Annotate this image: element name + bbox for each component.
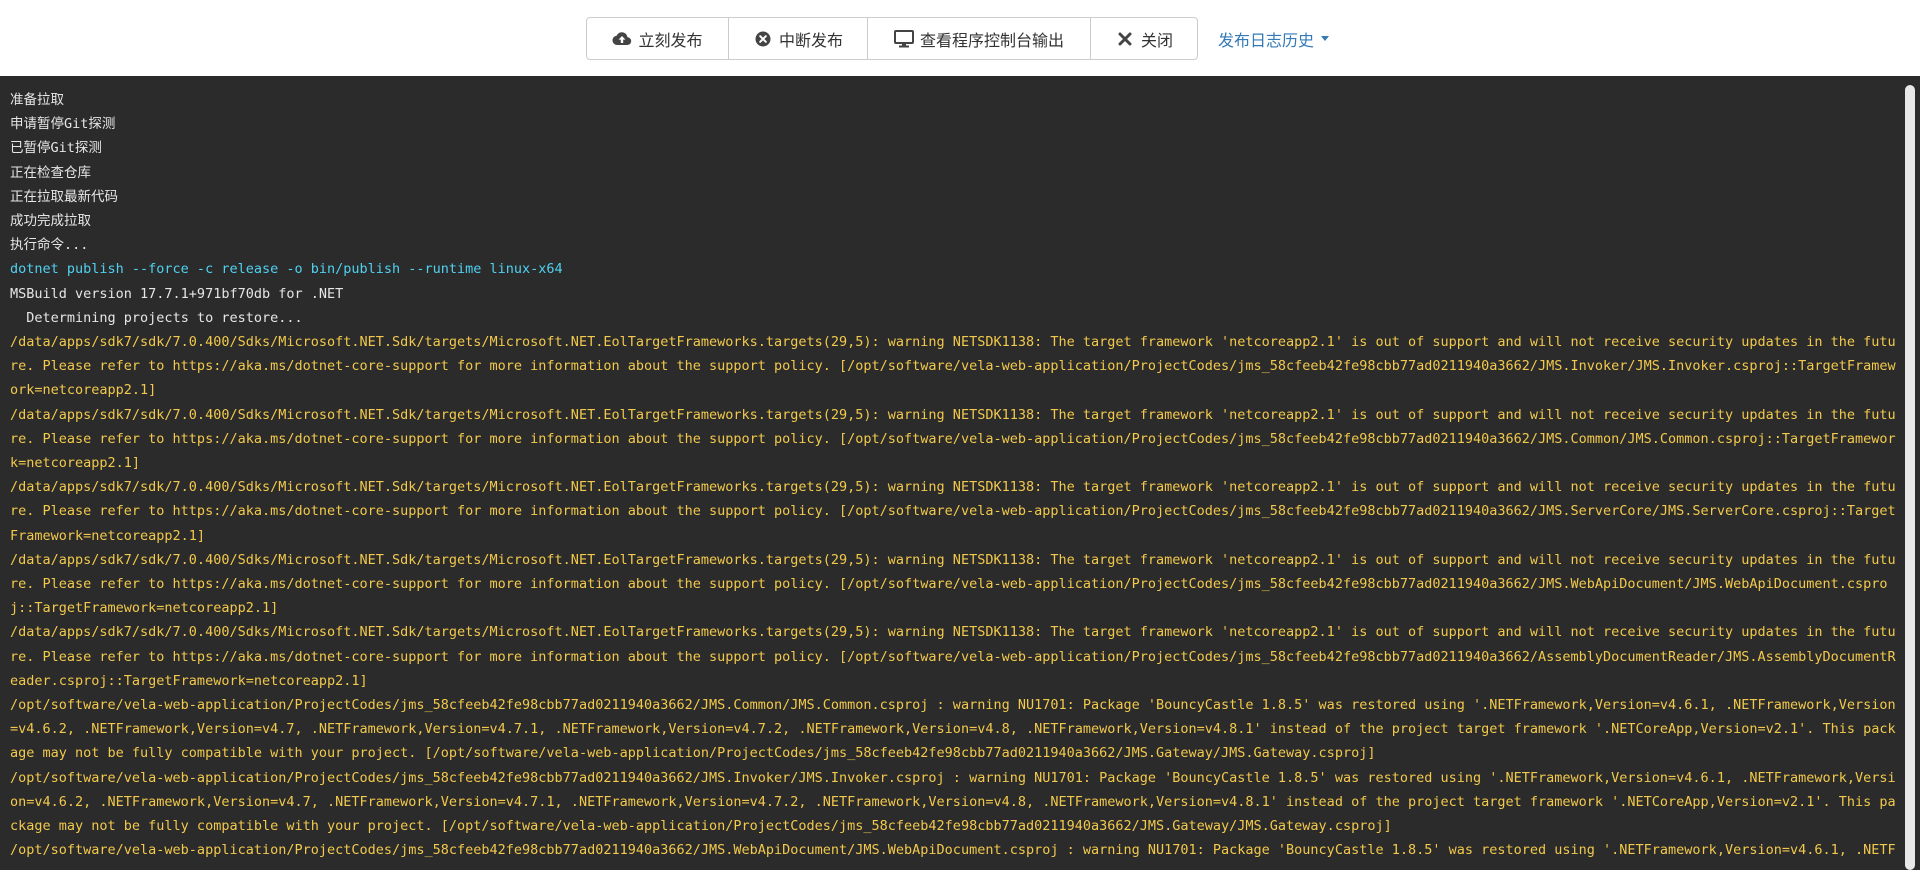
console-warning-line: /data/apps/sdk7/sdk/7.0.400/Sdks/Microso… [10,334,1896,399]
console-scrollbar[interactable] [1900,76,1920,870]
console-warning-line: /data/apps/sdk7/sdk/7.0.400/Sdks/Microso… [10,624,1896,689]
console-line: MSBuild version 17.7.1+971bf70db for .NE… [10,285,344,302]
console-line: 准备拉取 [10,92,64,108]
console-line: 已暂停Git探测 [10,140,102,157]
console-warning-line: /data/apps/sdk7/sdk/7.0.400/Sdks/Microso… [10,479,1896,544]
console-warning-line: /data/apps/sdk7/sdk/7.0.400/Sdks/Microso… [10,406,1896,472]
cloud-upload-icon [612,29,632,49]
abort-publish-label: 中断发布 [778,30,843,50]
console-output-panel: 准备拉取申请暂停Git探测 已暂停Git探测 正在检查仓库正在拉取最新代码 成功完成拉… [0,76,1920,870]
abort-publish-button[interactable]: 中断发布 [729,18,868,59]
publish-log-history-dropdown[interactable]: 发布日志历史 [1218,17,1330,60]
console-warning-line: /opt/software/vela-web-application/Proje… [10,769,1896,835]
console-warning-line: /opt/software/vela-web-application/Proje… [10,697,1896,762]
console-line: 正在拉取最新代码 [10,188,118,205]
close-button[interactable]: 关闭 [1091,18,1197,59]
console-log: 准备拉取申请暂停Git探测 已暂停Git探测 正在检查仓库正在拉取最新代码 成功完成拉… [10,88,1896,870]
publish-log-history-label: 发布日志历史 [1218,30,1315,50]
console-warning-line: /data/apps/sdk7/sdk/7.0.400/Sdks/Microso… [10,551,1896,617]
toolbar: 立刻发布 中断发布 查看程序控制台输出 关闭 发布日志历史 [0,0,1920,76]
publish-now-label: 立刻发布 [638,30,703,50]
view-console-output-button[interactable]: 查看程序控制台输出 [868,18,1091,59]
console-line: 正在检查仓库 [10,164,91,181]
close-icon [1115,29,1135,49]
publish-now-button[interactable]: 立刻发布 [587,18,729,59]
console-warning-line: /opt/software/vela-web-application/Proje… [10,842,1896,870]
remove-circle-icon [753,29,773,49]
action-button-group: 立刻发布 中断发布 查看程序控制台输出 关闭 [586,17,1198,60]
console-line: 执行命令... [10,237,89,254]
console-line: 成功完成拉取 [10,213,91,230]
close-label: 关闭 [1140,30,1173,50]
view-console-output-label: 查看程序控制台输出 [919,30,1064,50]
console-command-line: dotnet publish --force -c release -o bin… [10,261,563,278]
monitor-icon [893,29,914,49]
console-line: 申请暂停Git探测 [10,116,116,133]
console-line: Determining projects to restore... [10,309,303,326]
caret-down-icon [1321,36,1330,41]
console-scrollbar-thumb[interactable] [1905,85,1915,870]
